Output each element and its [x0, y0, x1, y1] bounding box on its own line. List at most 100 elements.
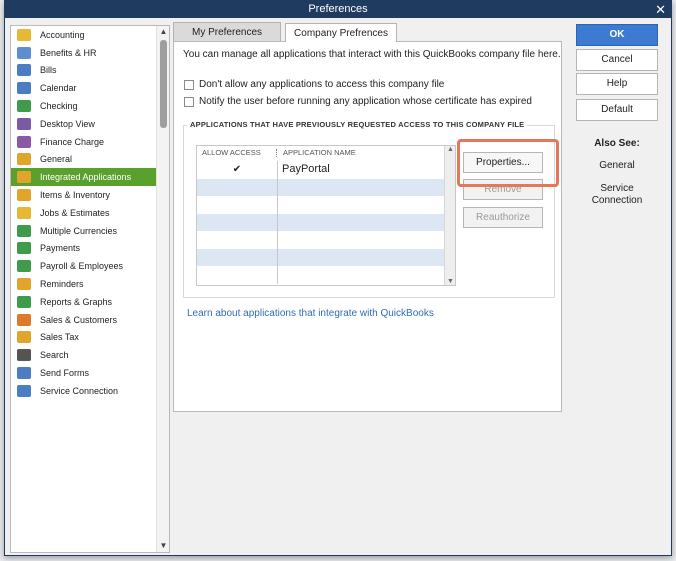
tab-company-preferences-label: Company Prefrences — [294, 28, 388, 39]
sidebar-item-multiple-currencies[interactable]: Multiple Currencies — [11, 222, 157, 240]
sidebar-item-payments[interactable]: Payments — [11, 240, 157, 258]
sidebar-item-label: Payments — [40, 243, 81, 254]
sidebar-item-desktop-view[interactable]: Desktop View — [11, 115, 157, 133]
scroll-up-icon[interactable]: ▲ — [157, 26, 169, 38]
table-row[interactable] — [197, 178, 444, 196]
reports-graphs-icon — [17, 295, 31, 308]
sidebar-item-label: Benefits & HR — [40, 47, 97, 58]
allow-access-cell[interactable]: ✔ — [197, 161, 278, 179]
sidebar-item-items-inventory[interactable]: Items & Inventory — [11, 186, 157, 204]
allow-access-cell[interactable] — [197, 231, 278, 249]
jobs-estimates-icon — [17, 206, 31, 219]
allow-access-cell[interactable] — [197, 266, 278, 284]
title-bar: Preferences ✕ — [5, 1, 671, 18]
sidebar-item-label: Items & Inventory — [40, 190, 111, 201]
cancel-button[interactable]: Cancel — [576, 49, 658, 71]
sidebar-item-service-connection[interactable]: Service Connection — [11, 382, 157, 400]
sidebar-item-jobs-estimates[interactable]: Jobs & Estimates — [11, 204, 157, 222]
sidebar-item-label: Accounting — [40, 29, 85, 40]
sidebar-item-integrated-applications[interactable]: Integrated Applications — [11, 168, 157, 187]
table-row[interactable] — [197, 213, 444, 231]
also-see-service-connection-link[interactable]: Service Connection — [576, 183, 658, 207]
notify-checkbox[interactable] — [184, 96, 194, 107]
sidebar-item-sales-tax[interactable]: Sales Tax — [11, 329, 157, 347]
sidebar-item-accounting[interactable]: Accounting — [11, 26, 157, 44]
dont-allow-label: Don't allow any applications to access t… — [199, 79, 445, 90]
sidebar-item-label: Sales & Customers — [40, 314, 118, 325]
sidebar-item-benefits-hr[interactable]: Benefits & HR — [11, 44, 157, 62]
sidebar-item-label: Search — [40, 350, 69, 361]
sidebar-item-search[interactable]: Search — [11, 346, 157, 364]
allow-access-cell[interactable] — [197, 196, 278, 214]
integrated-applications-icon — [17, 171, 31, 184]
close-icon[interactable]: ✕ — [655, 1, 666, 18]
sidebar-item-label: Calendar — [40, 83, 77, 94]
ok-button[interactable]: OK — [576, 24, 658, 46]
reminders-icon — [17, 278, 31, 291]
table-row[interactable]: ✔ PayPortal — [197, 161, 444, 179]
allow-access-cell[interactable] — [197, 213, 278, 231]
table-row[interactable] — [197, 196, 444, 214]
sidebar-item-checking[interactable]: Checking — [11, 97, 157, 115]
search-icon — [17, 349, 31, 362]
sidebar-list: Accounting Benefits & HR Bills Calendar Chec… — [11, 26, 157, 400]
table-header: ALLOW ACCESS APPLICATION NAME — [197, 146, 444, 160]
help-label: Help — [606, 78, 628, 89]
help-button[interactable]: Help — [576, 73, 658, 95]
items-inventory-icon — [17, 189, 31, 202]
table-row[interactable] — [197, 266, 444, 284]
sidebar-item-reminders[interactable]: Reminders — [11, 275, 157, 293]
notify-row: Notify the user before running any appli… — [184, 96, 532, 107]
column-application-name[interactable]: APPLICATION NAME — [283, 146, 356, 160]
sidebar-item-general[interactable]: General — [11, 151, 157, 169]
sidebar-item-bills[interactable]: Bills — [11, 62, 157, 80]
allow-access-cell[interactable] — [197, 248, 278, 266]
sidebar-item-payroll-employees[interactable]: Payroll & Employees — [11, 257, 157, 275]
sidebar-item-finance-charge[interactable]: Finance Charge — [11, 133, 157, 151]
properties-button[interactable]: Properties... — [463, 152, 543, 173]
remove-label: Remove — [484, 184, 522, 195]
general-icon — [17, 153, 31, 166]
dont-allow-checkbox[interactable] — [184, 79, 194, 90]
multiple-currencies-icon — [17, 224, 31, 237]
sidebar-item-sales-customers[interactable]: Sales & Customers — [11, 311, 157, 329]
sidebar-scrollbar[interactable]: ▲ ▼ — [156, 26, 169, 552]
sidebar-item-label: Finance Charge — [40, 136, 105, 147]
tab-my-preferences-label: My Preferences — [191, 27, 263, 38]
table-body: ✔ PayPortal — [197, 161, 444, 284]
tab-my-preferences[interactable]: My Preferences — [173, 22, 281, 41]
application-name-cell: PayPortal — [282, 163, 330, 175]
preferences-window: Preferences ✕ Accounting Benefits & HR Bil… — [4, 0, 672, 556]
sidebar-item-label: Payroll & Employees — [40, 261, 124, 272]
sidebar-item-label: Checking — [40, 101, 78, 112]
sales-customers-icon — [17, 313, 31, 326]
remove-button[interactable]: Remove — [463, 179, 543, 200]
calendar-icon — [17, 82, 31, 95]
reauthorize-label: Reauthorize — [476, 212, 530, 223]
learn-more-link[interactable]: Learn about applications that integrate … — [187, 308, 434, 319]
table-row[interactable] — [197, 248, 444, 266]
allow-access-cell[interactable] — [197, 178, 278, 196]
preferences-sidebar: Accounting Benefits & HR Bills Calendar Chec… — [10, 25, 170, 553]
sidebar-item-label: Jobs & Estimates — [40, 207, 110, 218]
table-row[interactable] — [197, 231, 444, 249]
default-button[interactable]: Default — [576, 99, 658, 121]
sidebar-item-reports-graphs[interactable]: Reports & Graphs — [11, 293, 157, 311]
also-see-general-link[interactable]: General — [576, 160, 658, 172]
table-scroll-down-icon[interactable]: ▼ — [445, 278, 455, 285]
scroll-down-icon[interactable]: ▼ — [157, 540, 169, 552]
sidebar-item-calendar[interactable]: Calendar — [11, 79, 157, 97]
sidebar-item-label: Bills — [40, 65, 57, 76]
service-connection-icon — [17, 384, 31, 397]
column-allow-access[interactable]: ALLOW ACCESS — [202, 146, 261, 160]
sidebar-item-send-forms[interactable]: Send Forms — [11, 364, 157, 382]
finance-charge-icon — [17, 135, 31, 148]
table-scrollbar[interactable]: ▲ ▼ — [444, 146, 455, 285]
scrollbar-thumb[interactable] — [160, 40, 167, 128]
intro-text: You can manage all applications that int… — [183, 49, 561, 60]
reauthorize-button[interactable]: Reauthorize — [463, 207, 543, 228]
table-scroll-up-icon[interactable]: ▲ — [445, 146, 455, 153]
tab-company-preferences[interactable]: Company Prefrences — [285, 23, 397, 42]
sidebar-item-label: Integrated Applications — [40, 172, 132, 183]
sidebar-item-label: General — [40, 154, 73, 165]
